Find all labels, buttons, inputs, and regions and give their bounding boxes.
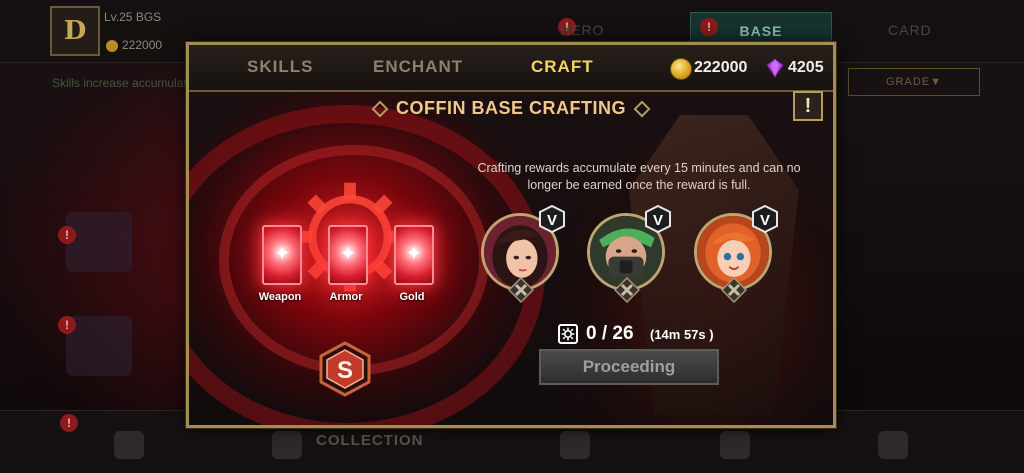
craft-slot-weapon[interactable] xyxy=(262,225,302,285)
player-level: Lv.25 BGS xyxy=(104,10,162,24)
bg-grade-filter: GRADE▼ xyxy=(848,68,980,96)
gold-amount: 222000 xyxy=(694,59,748,76)
grade-s-badge: S xyxy=(319,341,371,397)
gold-coin-icon xyxy=(670,58,692,80)
bg-gold-value: 222000 xyxy=(122,38,163,52)
diamond-ornament-icon xyxy=(371,100,389,118)
title-row: COFFIN BASE CRAFTING xyxy=(189,98,833,119)
gear-icon xyxy=(558,324,578,344)
craft-slot-armor[interactable] xyxy=(328,225,368,285)
alert-icon: ! xyxy=(60,414,78,432)
craft-panel: SKILLS ENCHANT CRAFT 222000 4205 COFFIN … xyxy=(186,42,836,428)
guild-icon xyxy=(720,431,750,459)
player-avatar: D xyxy=(50,6,100,56)
slot-label-armor: Armor xyxy=(329,291,363,303)
grade-letter: S xyxy=(337,357,353,384)
tab-enchant[interactable]: ENCHANT xyxy=(373,57,463,77)
bg-gold-icon xyxy=(106,40,118,52)
bg-card-thumbnail xyxy=(66,212,132,272)
bag-icon xyxy=(114,431,144,459)
bg-hint-text: Skills increase accumulated xyxy=(52,76,201,90)
alert-icon: ! xyxy=(58,316,76,334)
bg-collection-label: COLLECTION xyxy=(316,432,424,449)
svg-text:V: V xyxy=(547,212,557,229)
bg-tab-hero: HERO xyxy=(560,22,605,38)
gem-amount: 4205 xyxy=(788,59,824,76)
page-title: COFFIN BASE CRAFTING xyxy=(396,98,626,118)
slot-label-gold: Gold xyxy=(399,291,425,303)
progress-count: 0 / 26 xyxy=(586,323,634,344)
collection-icon xyxy=(272,431,302,459)
svg-text:V: V xyxy=(653,212,663,229)
svg-text:V: V xyxy=(760,212,770,229)
remove-hero-icon[interactable] xyxy=(721,277,747,303)
tab-craft[interactable]: CRAFT xyxy=(531,57,594,77)
rank-v-badge: V xyxy=(752,205,778,233)
remove-hero-icon[interactable] xyxy=(508,277,534,303)
purple-gem-icon xyxy=(766,58,784,78)
progress-timer: (14m 57s ) xyxy=(650,327,714,342)
swords-icon xyxy=(560,431,590,459)
slot-label-weapon: Weapon xyxy=(258,291,302,303)
scroll-icon xyxy=(878,431,908,459)
alert-icon: ! xyxy=(700,18,718,36)
rank-v-badge: V xyxy=(539,205,565,233)
bg-tab-card: CARD xyxy=(888,22,932,38)
proceeding-button[interactable]: Proceeding xyxy=(539,349,719,385)
remove-hero-icon[interactable] xyxy=(614,277,640,303)
alert-icon: ! xyxy=(58,226,76,244)
tab-skills[interactable]: SKILLS xyxy=(247,57,313,77)
craft-slot-gold[interactable] xyxy=(394,225,434,285)
info-button[interactable]: ! xyxy=(793,91,823,121)
rank-v-badge: V xyxy=(645,205,671,233)
diamond-ornament-icon xyxy=(633,100,651,118)
crafting-info-text: Crafting rewards accumulate every 15 min… xyxy=(477,161,801,192)
